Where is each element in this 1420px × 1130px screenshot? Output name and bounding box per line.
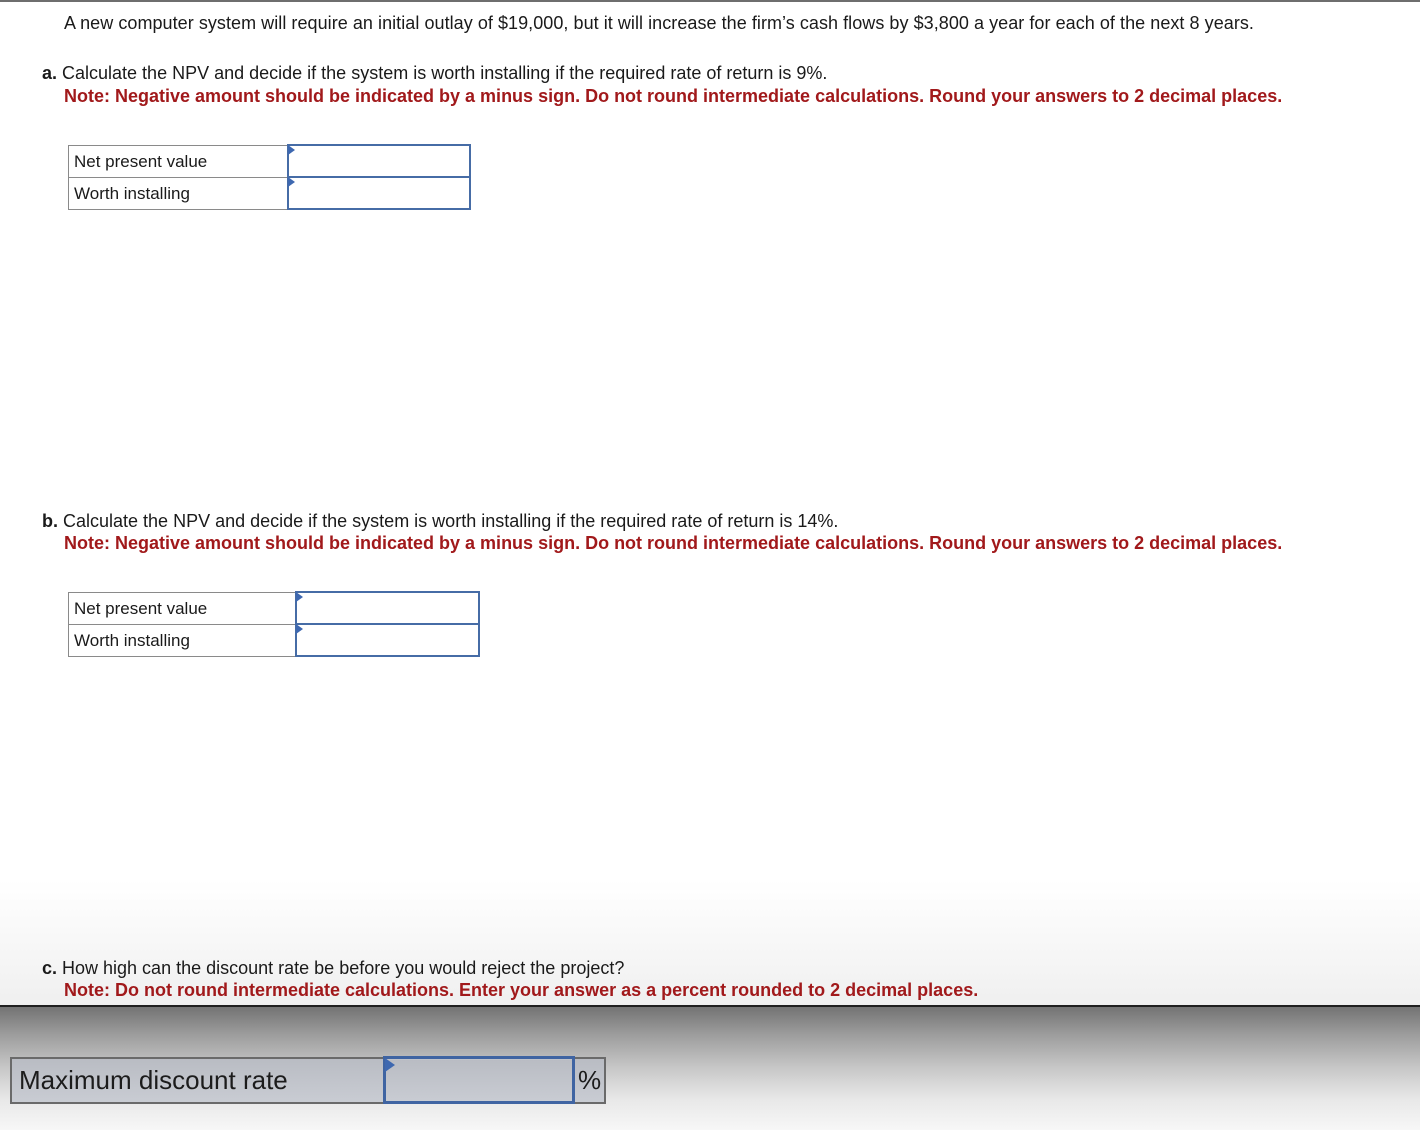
top-divider (0, 0, 1420, 2)
npv-input-a[interactable] (289, 146, 469, 176)
question-c-text: How high can the discount rate be before… (57, 958, 625, 978)
max-discount-rate-input-cell[interactable] (383, 1056, 575, 1104)
table-row: Net present value (68, 144, 471, 178)
worth-installing-label-b: Worth installing (68, 623, 297, 657)
answer-table-a: Net present value Worth installing (68, 144, 471, 210)
table-row: Maximum discount rate % (10, 1056, 606, 1104)
npv-input-cell-b[interactable] (295, 591, 480, 625)
question-a-text: Calculate the NPV and decide if the syst… (57, 63, 828, 83)
percent-unit: % (572, 1056, 606, 1104)
question-c: c. How high can the discount rate be bef… (42, 958, 624, 979)
question-a: a. Calculate the NPV and decide if the s… (42, 63, 827, 84)
worth-installing-input-b[interactable] (297, 625, 478, 655)
question-b-note: Note: Negative amount should be indicate… (64, 533, 1283, 553)
max-discount-rate-label: Maximum discount rate (10, 1056, 385, 1104)
npv-input-b[interactable] (297, 593, 478, 623)
npv-label-a: Net present value (68, 144, 289, 178)
table-row: Worth installing (68, 623, 480, 657)
max-discount-rate-input[interactable] (386, 1059, 572, 1101)
worth-installing-label-a: Worth installing (68, 176, 289, 210)
question-b-text: Calculate the NPV and decide if the syst… (58, 511, 839, 531)
table-row: Net present value (68, 591, 480, 625)
table-row: Worth installing (68, 176, 471, 210)
question-a-letter: a. (42, 63, 58, 83)
problem-statement: A new computer system will require an in… (64, 13, 1254, 33)
question-b-letter: b. (42, 511, 58, 531)
worth-installing-input-a[interactable] (289, 178, 469, 208)
question-c-letter: c. (42, 958, 58, 978)
question-b: b. Calculate the NPV and decide if the s… (42, 511, 838, 532)
question-c-note: Note: Do not round intermediate calculat… (64, 980, 979, 1000)
worth-installing-input-cell-b[interactable] (295, 623, 480, 657)
question-a-note: Note: Negative amount should be indicate… (64, 86, 1283, 106)
npv-input-cell-a[interactable] (287, 144, 471, 178)
answer-table-c: Maximum discount rate % (10, 1056, 606, 1104)
npv-label-b: Net present value (68, 591, 297, 625)
answer-table-b: Net present value Worth installing (68, 591, 480, 657)
worth-installing-input-cell-a[interactable] (287, 176, 471, 210)
